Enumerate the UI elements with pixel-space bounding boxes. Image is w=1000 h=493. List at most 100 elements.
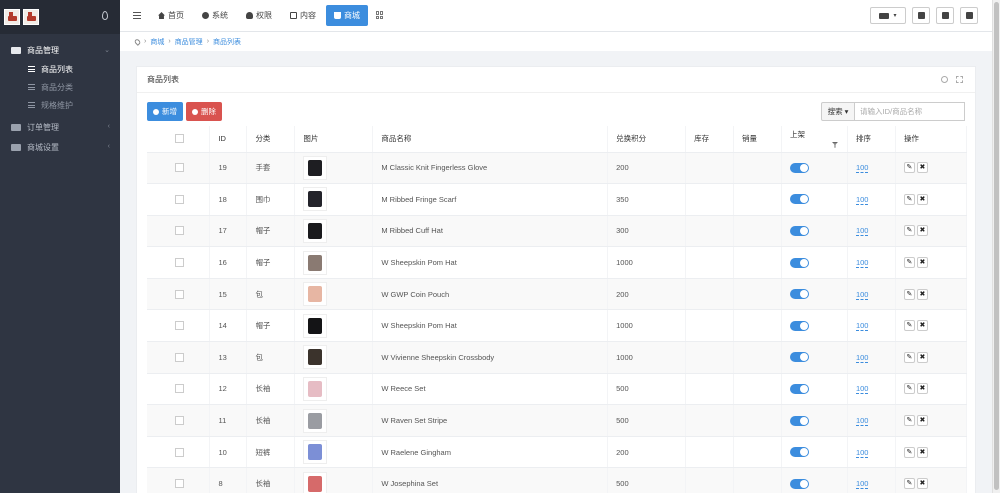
on-sale-toggle[interactable] bbox=[789, 289, 809, 300]
delete-icon[interactable]: ✖ bbox=[916, 351, 928, 363]
on-sale-toggle[interactable] bbox=[789, 225, 809, 236]
product-thumbnail[interactable] bbox=[303, 187, 328, 212]
expand-icon[interactable] bbox=[956, 76, 963, 83]
row-checkbox[interactable] bbox=[175, 479, 184, 489]
edit-icon[interactable]: ✎ bbox=[903, 225, 915, 237]
sidebar-group-product[interactable]: 商品管理 ⌄ bbox=[0, 40, 120, 60]
sort-value-link[interactable]: 100 bbox=[855, 479, 869, 490]
on-sale-toggle[interactable] bbox=[789, 478, 809, 489]
breadcrumb-item[interactable]: 商品管理 bbox=[175, 37, 203, 47]
on-sale-toggle[interactable] bbox=[789, 352, 809, 363]
on-sale-toggle[interactable] bbox=[789, 162, 809, 173]
row-checkbox[interactable] bbox=[175, 321, 184, 331]
select-all-checkbox[interactable] bbox=[175, 134, 184, 144]
row-checkbox[interactable] bbox=[175, 289, 184, 299]
settings-button[interactable] bbox=[960, 7, 978, 24]
clear-cache-button[interactable] bbox=[912, 7, 930, 24]
product-thumbnail[interactable] bbox=[303, 250, 328, 275]
row-checkbox[interactable] bbox=[175, 352, 184, 362]
refresh-icon[interactable] bbox=[941, 76, 948, 83]
product-thumbnail[interactable] bbox=[303, 408, 328, 433]
sort-value-link[interactable]: 100 bbox=[855, 194, 869, 205]
edit-icon[interactable]: ✎ bbox=[903, 446, 915, 458]
delete-icon[interactable]: ✖ bbox=[916, 446, 928, 458]
nav-content[interactable]: 内容 bbox=[282, 5, 324, 26]
sort-value-link[interactable]: 100 bbox=[855, 352, 869, 363]
nav-home[interactable]: 首页 bbox=[150, 5, 192, 26]
product-thumbnail[interactable] bbox=[303, 155, 328, 180]
delete-icon[interactable]: ✖ bbox=[916, 478, 928, 490]
product-thumbnail[interactable] bbox=[303, 471, 328, 493]
row-checkbox[interactable] bbox=[175, 447, 184, 457]
breadcrumb-item[interactable]: 商城 bbox=[150, 37, 164, 47]
delete-icon[interactable]: ✖ bbox=[916, 383, 928, 395]
on-sale-cell bbox=[781, 278, 848, 311]
edit-icon[interactable]: ✎ bbox=[903, 162, 915, 174]
delete-icon[interactable]: ✖ bbox=[916, 320, 928, 332]
sort-value-link[interactable]: 100 bbox=[855, 416, 869, 427]
row-checkbox[interactable] bbox=[175, 194, 184, 204]
fullscreen-button[interactable] bbox=[936, 7, 954, 24]
nav-system[interactable]: 系统 bbox=[194, 5, 236, 26]
edit-icon[interactable]: ✎ bbox=[903, 478, 915, 490]
delete-icon[interactable]: ✖ bbox=[916, 193, 928, 205]
apps-grid-icon[interactable] bbox=[376, 11, 384, 19]
row-checkbox[interactable] bbox=[175, 384, 184, 394]
edit-icon[interactable]: ✎ bbox=[903, 415, 915, 427]
sort-value-link[interactable]: 100 bbox=[855, 226, 869, 237]
edit-icon[interactable]: ✎ bbox=[903, 288, 915, 300]
sidebar-group-order[interactable]: 订单管理 ‹ bbox=[0, 117, 120, 137]
drop-icon[interactable] bbox=[102, 11, 108, 20]
row-checkbox[interactable] bbox=[175, 416, 184, 426]
product-thumbnail[interactable] bbox=[303, 313, 328, 338]
sort-value-link[interactable]: 100 bbox=[855, 447, 869, 458]
add-button[interactable]: 新增 bbox=[147, 102, 183, 121]
row-checkbox[interactable] bbox=[175, 258, 184, 268]
product-thumbnail[interactable] bbox=[303, 345, 328, 370]
sidebar-item-product-list[interactable]: 商品列表 bbox=[0, 60, 120, 78]
search-input[interactable] bbox=[855, 102, 965, 121]
edit-icon[interactable]: ✎ bbox=[903, 383, 915, 395]
product-thumbnail[interactable] bbox=[303, 376, 328, 401]
delete-button[interactable]: 删除 bbox=[186, 102, 222, 121]
product-thumbnail[interactable] bbox=[303, 440, 328, 465]
on-sale-toggle[interactable] bbox=[789, 383, 809, 394]
sort-value-link[interactable]: 100 bbox=[855, 384, 869, 395]
edit-icon[interactable]: ✎ bbox=[903, 193, 915, 205]
nav-mall[interactable]: 商城 bbox=[326, 5, 368, 26]
sort-value-link[interactable]: 100 bbox=[855, 321, 869, 332]
row-checkbox[interactable] bbox=[175, 226, 184, 236]
on-sale-toggle[interactable] bbox=[789, 415, 809, 426]
edit-icon[interactable]: ✎ bbox=[903, 257, 915, 269]
on-sale-toggle[interactable] bbox=[789, 194, 809, 205]
product-thumbnail[interactable] bbox=[303, 282, 328, 307]
delete-icon[interactable]: ✖ bbox=[916, 225, 928, 237]
column-header[interactable]: ID bbox=[209, 126, 248, 153]
language-button[interactable]: ▾ bbox=[870, 7, 906, 24]
sort-value-link[interactable]: 100 bbox=[855, 163, 869, 174]
edit-icon[interactable]: ✎ bbox=[903, 351, 915, 363]
column-header[interactable]: 排序 bbox=[847, 126, 896, 153]
breadcrumb-item[interactable]: 商品列表 bbox=[213, 37, 241, 47]
sort-value-link[interactable]: 100 bbox=[855, 258, 869, 269]
delete-icon[interactable]: ✖ bbox=[916, 162, 928, 174]
nav-permission[interactable]: 权限 bbox=[238, 5, 280, 26]
row-checkbox[interactable] bbox=[175, 163, 184, 173]
delete-icon[interactable]: ✖ bbox=[916, 415, 928, 427]
search-dropdown-button[interactable]: 搜索 ▾ bbox=[821, 102, 855, 121]
delete-icon[interactable]: ✖ bbox=[916, 288, 928, 300]
product-thumbnail[interactable] bbox=[303, 218, 328, 243]
on-sale-toggle[interactable] bbox=[789, 320, 809, 331]
delete-icon[interactable]: ✖ bbox=[916, 257, 928, 269]
menu-toggle-icon[interactable] bbox=[133, 12, 141, 19]
edit-icon[interactable]: ✎ bbox=[903, 320, 915, 332]
filter-icon[interactable] bbox=[831, 141, 838, 148]
sidebar-item-product-category[interactable]: 商品分类 bbox=[0, 78, 120, 96]
on-sale-toggle[interactable] bbox=[789, 447, 809, 458]
sort-value-link[interactable]: 100 bbox=[855, 289, 869, 300]
sidebar-item-spec[interactable]: 规格维护 bbox=[0, 96, 120, 114]
name-cell: W GWP Coin Pouch bbox=[372, 278, 609, 311]
on-sale-toggle[interactable] bbox=[789, 257, 809, 268]
page-scrollbar[interactable] bbox=[992, 0, 1000, 493]
sidebar-group-settings[interactable]: 商城设置 ‹ bbox=[0, 137, 120, 157]
